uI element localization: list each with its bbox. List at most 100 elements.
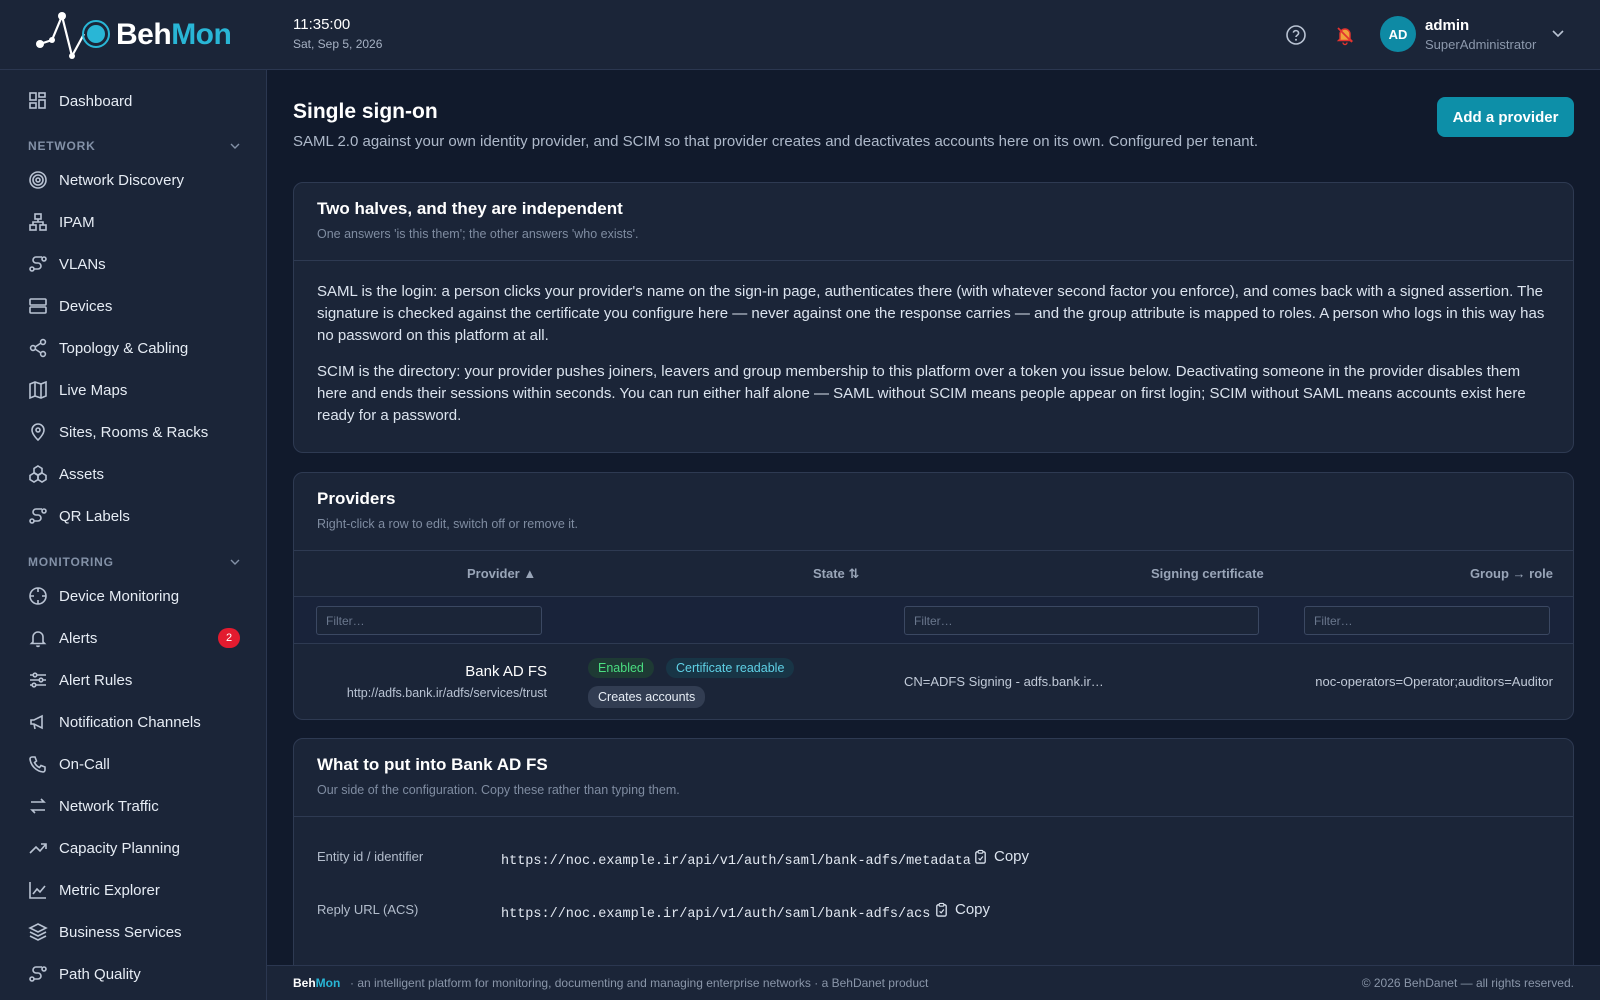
group-role-cell: noc-operators=Operator;auditors=Auditor: [1315, 674, 1553, 689]
trending-up-icon: [28, 838, 48, 858]
column-header-certificate: Signing certificate: [1151, 566, 1264, 581]
sidebar-item-label: Path Quality: [59, 965, 141, 983]
footer-copyright: © 2026 BehDanet — all rights reserved.: [1361, 976, 1574, 990]
user-name: admin: [1425, 16, 1470, 34]
sidebar-item-label: Live Maps: [59, 381, 128, 399]
network-tree-icon: [28, 212, 48, 232]
help-icon[interactable]: [1283, 22, 1309, 48]
sidebar-item-network-discovery[interactable]: Network Discovery: [0, 162, 267, 198]
sidebar-item-sites-rooms-racks[interactable]: Sites, Rooms & Racks: [0, 414, 267, 450]
sidebar-item-ipam[interactable]: IPAM: [0, 204, 267, 240]
user-menu[interactable]: AD admin SuperAdministrator: [1380, 16, 1564, 52]
sidebar-item-live-maps[interactable]: Live Maps: [0, 372, 267, 408]
column-header-state[interactable]: State ⇅: [813, 566, 859, 582]
certificate-cell: CN=ADFS Signing - adfs.bank.ir…: [904, 674, 1104, 689]
megaphone-icon: [28, 712, 48, 732]
sliders-icon: [28, 670, 48, 690]
page-description: SAML 2.0 against your own identity provi…: [293, 133, 1258, 150]
section-monitoring-label: MONITORING: [28, 555, 114, 569]
section-network-label: NETWORK: [28, 139, 96, 153]
copy-label: Copy: [994, 848, 1030, 865]
sidebar-item-alerts[interactable]: Alerts 2: [0, 620, 267, 656]
group-role-filter-input[interactable]: [1304, 606, 1550, 635]
sidebar-item-qr-labels[interactable]: QR Labels: [0, 498, 267, 534]
chevron-down-icon[interactable]: [1552, 30, 1564, 38]
alerts-count-badge: 2: [218, 628, 240, 648]
main-content: Single sign-on SAML 2.0 against your own…: [267, 70, 1600, 978]
chevron-down-icon: [230, 559, 240, 565]
bell-off-icon[interactable]: [1332, 22, 1358, 48]
server-icon: [28, 296, 48, 316]
map-icon: [28, 380, 48, 400]
route-icon: [28, 506, 48, 526]
avatar: AD: [1380, 16, 1416, 52]
provider-filter-input[interactable]: [316, 606, 542, 635]
sidebar-item-label: IPAM: [59, 213, 95, 231]
section-network[interactable]: NETWORK: [28, 137, 240, 155]
radar-icon: [28, 170, 48, 190]
sidebar-item-alert-rules[interactable]: Alert Rules: [0, 662, 267, 698]
sidebar-item-device-monitoring[interactable]: Device Monitoring: [0, 578, 267, 614]
sidebar-item-metric-explorer[interactable]: Metric Explorer: [0, 872, 267, 908]
providers-card-subtitle: Right-click a row to edit, switch off or…: [317, 517, 578, 531]
sidebar-item-vlans[interactable]: VLANs: [0, 246, 267, 282]
add-provider-button[interactable]: Add a provider: [1437, 97, 1574, 137]
section-monitoring[interactable]: MONITORING: [28, 553, 240, 571]
copy-icon: [975, 849, 986, 864]
layers-icon: [28, 922, 48, 942]
intro-card-subtitle: One answers 'is this them'; the other an…: [317, 227, 639, 241]
phone-icon: [28, 754, 48, 774]
sidebar-item-capacity-planning[interactable]: Capacity Planning: [0, 830, 267, 866]
footer-brand: BehMon: [293, 976, 341, 990]
provider-url: http://adfs.bank.ir/adfs/services/trust: [346, 686, 547, 700]
chevron-down-icon: [230, 143, 240, 149]
entity-id-value: https://noc.example.ir/api/v1/auth/saml/…: [501, 854, 971, 869]
status-badge-certificate: Certificate readable: [666, 658, 795, 678]
providers-card: Providers Right-click a row to edit, swi…: [293, 472, 1574, 720]
sidebar-item-on-call[interactable]: On-Call: [0, 746, 267, 782]
logo-text: BehMon: [116, 18, 232, 51]
sidebar-item-network-traffic[interactable]: Network Traffic: [0, 788, 267, 824]
sidebar-item-label: Notification Channels: [59, 713, 201, 731]
copy-reply-url-button[interactable]: Copy: [934, 901, 990, 918]
copy-icon: [936, 902, 947, 917]
providers-filter-row: [294, 597, 1573, 644]
column-header-provider[interactable]: Provider ▲: [467, 566, 536, 581]
app-logo[interactable]: BehMon: [34, 10, 232, 60]
footer: BehMon · an intelligent platform for mon…: [267, 965, 1600, 1000]
sidebar-item-topology-cabling[interactable]: Topology & Cabling: [0, 330, 267, 366]
config-card-subtitle: Our side of the configuration. Copy thes…: [317, 783, 680, 797]
copy-entity-id-button[interactable]: Copy: [973, 848, 1029, 865]
footer-tagline: · an intelligent platform for monitoring…: [350, 976, 929, 990]
sidebar-item-label: Network Discovery: [59, 171, 185, 189]
logo-mark-icon: [36, 12, 110, 60]
sidebar-item-dashboard[interactable]: Dashboard: [0, 83, 267, 119]
provider-name: Bank AD FS: [465, 663, 547, 680]
sidebar-item-label: Topology & Cabling: [59, 339, 189, 357]
sidebar-item-business-services[interactable]: Business Services: [0, 914, 267, 950]
dashboard-icon: [28, 91, 48, 111]
top-bar: BehMon 11:35:00 Sat, Sep 5, 2026 AD admi…: [0, 0, 1600, 70]
sidebar-item-label: Assets: [59, 465, 105, 483]
clock-time: 11:35:00: [293, 16, 351, 33]
sidebar-item-assets[interactable]: Assets: [0, 456, 267, 492]
sidebar-item-label: Metric Explorer: [59, 881, 160, 899]
sidebar: Dashboard NETWORK Network Discovery IPAM…: [0, 70, 267, 1000]
arrows-left-right-icon: [28, 796, 48, 816]
route-icon: [28, 254, 48, 274]
providers-table-header: Provider ▲ State ⇅ Signing certificate G…: [294, 551, 1573, 597]
copy-label: Copy: [955, 901, 991, 918]
table-row[interactable]: Bank AD FS http://adfs.bank.ir/adfs/serv…: [294, 644, 1573, 719]
reply-url-value: https://noc.example.ir/api/v1/auth/saml/…: [501, 907, 931, 922]
sidebar-item-label: On-Call: [59, 755, 110, 773]
sidebar-item-label: VLANs: [59, 255, 106, 273]
certificate-filter-input[interactable]: [904, 606, 1259, 635]
page-title: Single sign-on: [293, 100, 438, 123]
sidebar-item-label: Business Services: [59, 923, 182, 941]
sidebar-item-path-quality[interactable]: Path Quality: [0, 956, 267, 992]
config-card: What to put into Bank AD FS Our side of …: [293, 738, 1574, 978]
sidebar-item-notification-channels[interactable]: Notification Channels: [0, 704, 267, 740]
boxes-icon: [28, 464, 48, 484]
user-role: SuperAdministrator: [1425, 36, 1537, 52]
sidebar-item-devices[interactable]: Devices: [0, 288, 267, 324]
